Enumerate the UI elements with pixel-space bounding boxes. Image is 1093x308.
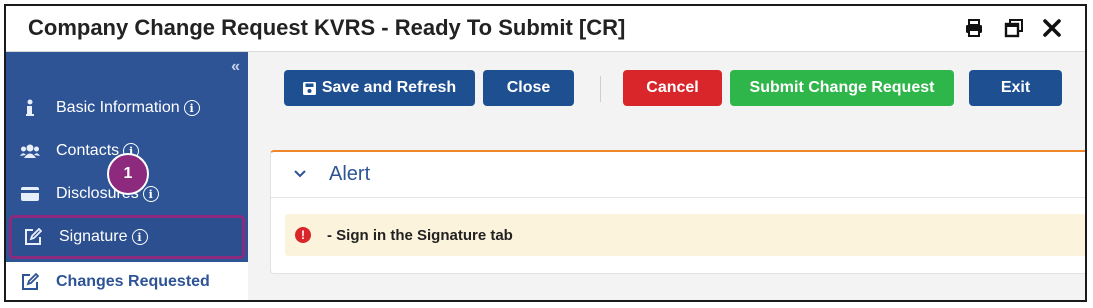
sidebar-item-basic-information[interactable]: Basic Information i: [6, 88, 248, 128]
card-icon: [20, 184, 40, 204]
sidebar-item-label: Signature: [59, 228, 128, 245]
edit-icon: [23, 227, 43, 247]
save-icon: [302, 81, 316, 95]
sidebar-item-label: Basic Information: [56, 99, 180, 116]
alert-message: - Sign in the Signature tab: [327, 226, 513, 244]
save-and-refresh-label: Save and Refresh: [321, 79, 457, 96]
sidebar-item-label: Contacts: [56, 142, 120, 159]
alert-message-box: ! - Sign in the Signature tab: [285, 214, 1085, 256]
alert-panel: Alert ! - Sign in the Signature tab: [270, 150, 1085, 274]
chevron-down-icon[interactable]: [293, 166, 309, 184]
sidebar-item-changes-requested[interactable]: Changes Requested: [6, 262, 248, 300]
toolbar-divider: [600, 76, 601, 102]
users-icon: [20, 141, 40, 161]
info-circle-icon[interactable]: i: [142, 186, 159, 202]
step-callout: 1: [107, 153, 149, 195]
error-icon: !: [295, 227, 311, 243]
window-frame: Company Change Request KVRS - Ready To S…: [4, 4, 1087, 302]
alert-title: Alert: [329, 163, 371, 185]
info-icon: [20, 98, 40, 118]
alert-header[interactable]: Alert: [271, 152, 1085, 198]
info-circle-icon[interactable]: i: [131, 229, 148, 245]
close-icon[interactable]: [1040, 16, 1064, 40]
close-button[interactable]: Close: [483, 70, 574, 106]
sidebar-item-label: Changes Requested: [56, 273, 210, 290]
exit-button[interactable]: Exit: [969, 70, 1062, 106]
cancel-button[interactable]: Cancel: [623, 70, 722, 106]
print-icon[interactable]: [962, 16, 986, 40]
save-and-refresh-button[interactable]: Save and Refresh: [284, 70, 475, 106]
edit-icon: [20, 272, 40, 292]
window-title: Company Change Request KVRS - Ready To S…: [28, 15, 626, 40]
submit-change-request-button[interactable]: Submit Change Request: [730, 70, 954, 106]
sidebar-item-signature[interactable]: Signature i: [9, 215, 245, 259]
collapse-sidebar-icon[interactable]: «: [231, 58, 240, 76]
title-bar: Company Change Request KVRS - Ready To S…: [6, 6, 1085, 52]
info-circle-icon[interactable]: i: [183, 100, 200, 116]
restore-window-icon[interactable]: [1002, 16, 1026, 40]
